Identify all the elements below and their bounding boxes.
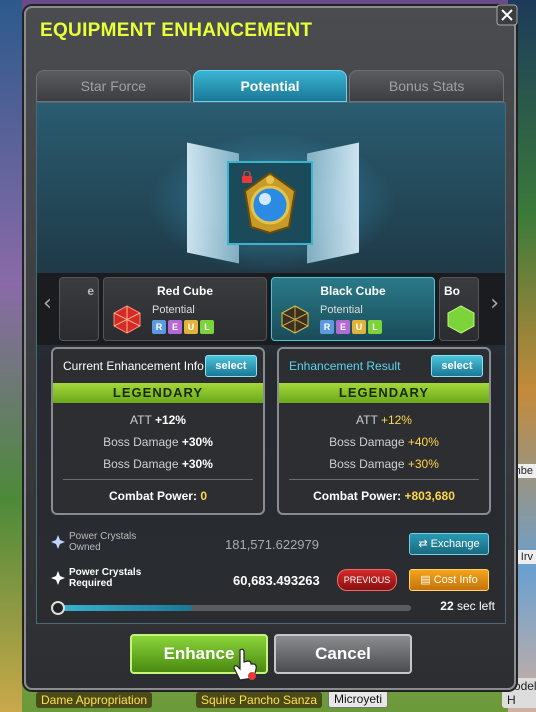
- divider: [63, 479, 253, 480]
- timer-bar-fill: [57, 605, 192, 611]
- tab-star-force[interactable]: Star Force: [36, 70, 191, 102]
- cube-type: Potential: [320, 304, 363, 316]
- tier-badge: U: [184, 320, 198, 334]
- tier-badge: U: [352, 320, 366, 334]
- equipment-slot[interactable]: [227, 161, 313, 245]
- enhancement-result-panel: Enhancement Result select LEGENDARY ATT …: [277, 347, 491, 515]
- crystals-owned-value: 181,571.622979: [225, 537, 319, 552]
- stat-line: Boss Damage +30%: [329, 457, 439, 471]
- combat-power: Combat Power: +803,680: [313, 489, 455, 503]
- potential-panel: ‹ e Red Cube Potential R E U L Black Cub…: [36, 102, 506, 624]
- cube-name: Black Cube: [320, 284, 386, 298]
- timer-text: 22 sec left: [440, 599, 495, 613]
- tier-badge: R: [152, 320, 166, 334]
- grade-bar: LEGENDARY: [279, 383, 489, 403]
- tier-badge: L: [368, 320, 382, 334]
- scene-left-edge: [0, 0, 22, 712]
- close-icon[interactable]: [496, 4, 518, 26]
- tier-badge: L: [200, 320, 214, 334]
- cube-card-partial[interactable]: Bo: [439, 277, 479, 341]
- stat-line: Boss Damage +30%: [103, 457, 213, 471]
- current-enhancement-panel: Current Enhancement Info select LEGENDAR…: [51, 347, 265, 515]
- select-button[interactable]: select: [431, 355, 483, 377]
- stat-line: Boss Damage +30%: [103, 435, 213, 449]
- select-button[interactable]: select: [205, 355, 257, 377]
- window-title: EQUIPMENT ENHANCEMENT: [40, 20, 313, 41]
- crystal-icon: [51, 535, 65, 549]
- crystals-owned-row: Power Crystals Owned 181,571.622979 ⇄ Exc…: [47, 531, 495, 559]
- crystals-required-label: Power Crystals Required: [69, 567, 142, 589]
- cube-type: Potential: [152, 304, 195, 316]
- equipment-enhancement-window: EQUIPMENT ENHANCEMENT Star Force Potenti…: [24, 4, 518, 690]
- panel-header: Enhancement Result: [289, 359, 401, 373]
- tab-potential[interactable]: Potential: [192, 70, 348, 102]
- black-cube-icon: [281, 305, 309, 334]
- tier-badges: R E U L: [152, 320, 214, 334]
- cube-name: Red Cube: [156, 284, 213, 298]
- tier-badges: R E U L: [320, 320, 382, 334]
- hand-cursor-icon: [233, 648, 257, 681]
- tier-badge: E: [168, 320, 182, 334]
- chevron-right-icon[interactable]: ›: [490, 291, 499, 316]
- timer-bar: [51, 601, 411, 615]
- cube-selector: ‹ e Red Cube Potential R E U L Black Cub…: [37, 273, 505, 345]
- exchange-button[interactable]: ⇄ Exchange: [409, 533, 489, 555]
- cube-card-partial[interactable]: e: [59, 277, 99, 341]
- tier-badge: R: [320, 320, 334, 334]
- npc-nametag[interactable]: Squire Pancho Sanza: [196, 692, 323, 708]
- crystals-owned-label: Power Crystals Owned: [69, 531, 137, 553]
- stat-line: ATT +12%: [356, 413, 412, 427]
- scene-tag: Irv: [517, 550, 536, 564]
- combat-power: Combat Power: 0: [108, 489, 208, 503]
- stat-line: ATT +12%: [130, 413, 186, 427]
- cube-card-black[interactable]: Black Cube Potential R E U L: [271, 277, 435, 341]
- cost-info-button[interactable]: ▤ Cost Info: [409, 569, 489, 591]
- cancel-button[interactable]: Cancel: [274, 634, 412, 674]
- crystals-required-value: 60,683.493263: [233, 573, 320, 588]
- crystals-required-row: Power Crystals Required 60,683.493263 PRE…: [47, 567, 495, 595]
- tier-badge: E: [336, 320, 350, 334]
- previous-button[interactable]: PREVIOUS: [337, 569, 397, 591]
- panel-header: Current Enhancement Info: [63, 359, 204, 373]
- clock-icon: [51, 601, 65, 615]
- red-cube-icon: [113, 305, 141, 334]
- player-nametag[interactable]: Microyeti: [328, 690, 389, 708]
- green-cube-icon: [447, 305, 475, 334]
- crystal-icon: [51, 571, 65, 585]
- npc-nametag[interactable]: Dame Appropriation: [36, 692, 153, 708]
- chevron-left-icon[interactable]: ‹: [43, 291, 52, 316]
- tab-bar: Star Force Potential Bonus Stats: [36, 70, 505, 102]
- cube-wall-right: [307, 142, 359, 264]
- stat-line: Boss Damage +40%: [329, 435, 439, 449]
- divider: [289, 479, 479, 480]
- grade-bar: LEGENDARY: [53, 383, 263, 403]
- tab-bonus-stats[interactable]: Bonus Stats: [349, 70, 505, 102]
- lock-icon: [242, 171, 252, 183]
- cube-card-red[interactable]: Red Cube Potential R E U L: [103, 277, 267, 341]
